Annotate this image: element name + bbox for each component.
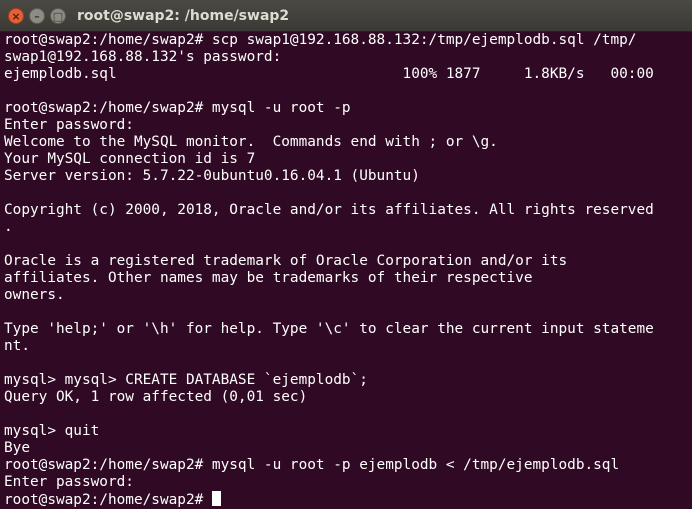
terminal-line: Your MySQL connection id is 7 bbox=[4, 151, 256, 167]
terminal-line: Oracle is a registered trademark of Orac… bbox=[4, 253, 568, 269]
terminal-line: ejemplodb.sql 100% 1877 1.8KB/s 00:00 bbox=[4, 66, 654, 82]
terminal-line: Copyright (c) 2000, 2018, Oracle and/or … bbox=[4, 202, 654, 218]
minimize-icon: – bbox=[34, 10, 40, 23]
terminal-line: Bye bbox=[4, 440, 30, 456]
terminal-line: Enter password: bbox=[4, 117, 134, 133]
text-cursor bbox=[212, 491, 222, 506]
terminal-line: mysql> quit bbox=[4, 423, 100, 439]
terminal-line: Type 'help;' or '\h' for help. Type '\c'… bbox=[4, 321, 654, 337]
shell-prompt: root@swap2:/home/swap2# bbox=[4, 492, 204, 508]
terminal-line: affiliates. Other names may be trademark… bbox=[4, 270, 533, 286]
terminal-window: × – □ root@swap2: /home/swap2 root@swap2… bbox=[0, 0, 692, 509]
terminal-line: . bbox=[4, 219, 13, 235]
terminal-line: owners. bbox=[4, 287, 65, 303]
terminal-line: mysql> mysql> CREATE DATABASE `ejemplodb… bbox=[4, 372, 368, 388]
close-icon: × bbox=[11, 10, 21, 23]
terminal-line: root@swap2:/home/swap2# mysql -u root -p… bbox=[4, 457, 620, 473]
terminal-line: Enter password: bbox=[4, 474, 134, 490]
title-bar[interactable]: × – □ root@swap2: /home/swap2 bbox=[0, 0, 692, 32]
window-title: root@swap2: /home/swap2 bbox=[77, 8, 290, 24]
terminal-output[interactable]: root@swap2:/home/swap2# scp swap1@192.16… bbox=[0, 32, 686, 509]
terminal-line: Welcome to the MySQL monitor. Commands e… bbox=[4, 134, 498, 150]
terminal-line: root@swap2:/home/swap2# mysql -u root -p bbox=[4, 100, 351, 116]
scrollbar[interactable] bbox=[686, 32, 692, 509]
terminal-line: nt. bbox=[4, 338, 30, 354]
terminal-line: swap1@192.168.88.132's password: bbox=[4, 49, 282, 65]
current-prompt-line[interactable]: root@swap2:/home/swap2# bbox=[4, 491, 686, 508]
maximize-icon: □ bbox=[52, 10, 64, 23]
minimize-button[interactable]: – bbox=[29, 8, 45, 24]
terminal-line: Server version: 5.7.22-0ubuntu0.16.04.1 … bbox=[4, 168, 420, 184]
terminal-line: root@swap2:/home/swap2# scp swap1@192.16… bbox=[4, 32, 637, 48]
terminal-line: Query OK, 1 row affected (0,01 sec) bbox=[4, 389, 308, 405]
maximize-button[interactable]: □ bbox=[50, 8, 66, 24]
close-button[interactable]: × bbox=[8, 8, 24, 24]
